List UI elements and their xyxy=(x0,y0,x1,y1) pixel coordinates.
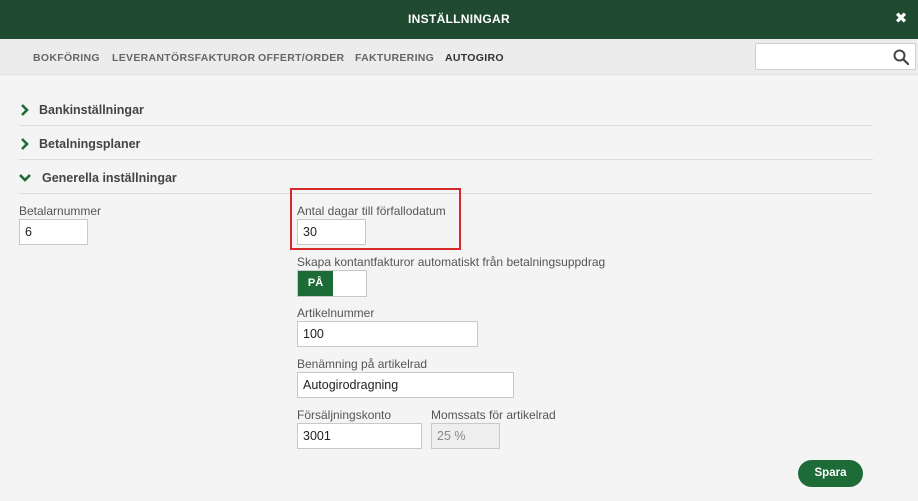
antal-dagar-input[interactable] xyxy=(297,219,366,245)
tab-bar: BOKFÖRING LEVERANTÖRSFAKTUROR OFFERT/ORD… xyxy=(0,39,918,75)
chevron-right-icon xyxy=(21,104,29,116)
artikelnummer-input[interactable] xyxy=(297,321,478,347)
antal-dagar-label: Antal dagar till förfallodatum xyxy=(297,204,446,218)
close-icon[interactable]: ✖ xyxy=(894,11,908,27)
window-titlebar: INSTÄLLNINGAR ✖ xyxy=(0,0,918,39)
kontantfakturor-toggle[interactable]: PÅ xyxy=(297,270,367,297)
search-box xyxy=(755,43,916,70)
kontantfakturor-label: Skapa kontantfakturor automatiskt från b… xyxy=(297,255,606,269)
tab-autogiro[interactable]: AUTOGIRO xyxy=(445,52,504,64)
momssats-input xyxy=(431,423,500,449)
section-bankinstallningar[interactable]: Bankinställningar xyxy=(19,98,873,126)
artikelnummer-label: Artikelnummer xyxy=(297,306,375,320)
section-label: Generella inställningar xyxy=(42,171,177,185)
momssats-label: Momssats för artikelrad xyxy=(431,408,556,422)
tab-offert-order[interactable]: OFFERT/ORDER xyxy=(258,52,344,64)
forsaljningskonto-label: Försäljningskonto xyxy=(297,408,392,422)
search-icon[interactable] xyxy=(893,49,909,65)
chevron-down-icon xyxy=(19,174,31,182)
toggle-on-label: PÅ xyxy=(298,271,333,296)
benamning-input[interactable] xyxy=(297,372,514,398)
save-button[interactable]: Spara xyxy=(798,460,863,487)
section-betalningsplaner[interactable]: Betalningsplaner xyxy=(19,132,873,160)
section-label: Betalningsplaner xyxy=(39,137,141,151)
forsaljningskonto-input[interactable] xyxy=(297,423,422,449)
scrollbar[interactable] xyxy=(906,75,918,501)
tab-bokforing[interactable]: BOKFÖRING xyxy=(33,52,100,64)
tab-fakturering[interactable]: FAKTURERING xyxy=(355,52,434,64)
tab-leverantorsfakturor[interactable]: LEVERANTÖRSFAKTUROR xyxy=(112,52,255,64)
settings-content: Bankinställningar Betalningsplaner Gener… xyxy=(0,75,918,501)
section-label: Bankinställningar xyxy=(39,103,144,117)
betalarnummer-label: Betalarnummer xyxy=(19,204,102,218)
search-input[interactable] xyxy=(756,44,888,69)
benamning-label: Benämning på artikelrad xyxy=(297,357,428,371)
betalarnummer-input[interactable] xyxy=(19,219,88,245)
chevron-right-icon xyxy=(21,138,29,150)
window-title: INSTÄLLNINGAR xyxy=(408,12,510,26)
